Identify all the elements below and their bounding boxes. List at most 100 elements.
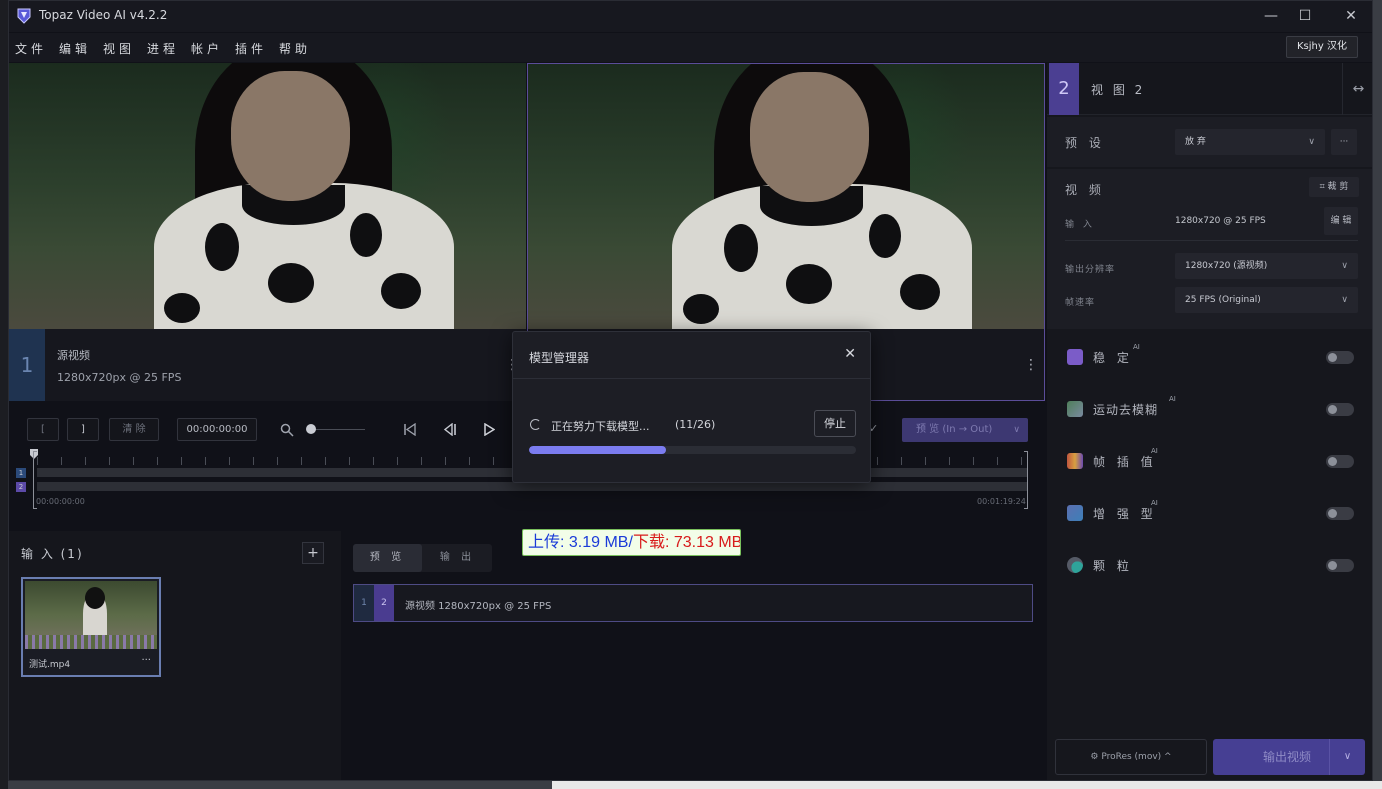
grain-toggle[interactable] xyxy=(1326,559,1354,572)
output-row[interactable]: 1 2 源视频 1280x720px @ 25 FPS xyxy=(353,584,1033,622)
download-message: 正在努力下载模型... xyxy=(551,420,650,433)
upload-speed: 上传: 3.19 MB/ xyxy=(528,534,633,551)
download-progress-bar xyxy=(529,446,856,454)
step-back-icon[interactable] xyxy=(443,423,457,436)
feature-grain: 颗 粒 xyxy=(1047,539,1372,591)
feature-name: 稳 定 xyxy=(1093,351,1133,365)
mark-in-button[interactable]: [ xyxy=(27,418,59,441)
stabilize-icon xyxy=(1067,349,1083,365)
loading-spinner-icon xyxy=(530,419,541,430)
app-window: Topaz Video AI v4.2.2 — ☐ ✕ 文件 编辑 视图 进程 … xyxy=(8,0,1373,781)
timeline-start-time: 00:00:00:00 xyxy=(36,497,85,506)
settings-sidebar: 2 视 图 2 ↔ 预 设 放 弃 ∨ ··· 视 频 ⌗ 裁 剪 输 入 12… xyxy=(1047,63,1372,780)
output-tabs: 预 览 输 出 xyxy=(353,544,492,572)
sidebar-view-number: 2 xyxy=(1049,63,1079,115)
clear-button[interactable]: 清 除 xyxy=(109,418,159,441)
close-icon[interactable]: ✕ xyxy=(844,346,856,362)
motion-deblur-icon xyxy=(1067,401,1083,417)
output-resolution-value: 1280x720 (源视频) xyxy=(1185,261,1268,271)
input-panel-title: 输 入 (1) xyxy=(21,547,84,561)
codec-select[interactable]: ⚙ ProRes (mov) ^ xyxy=(1055,739,1207,775)
timecode-input[interactable]: 00:00:00:00 xyxy=(177,418,257,441)
frame-interpolation-toggle[interactable] xyxy=(1326,455,1354,468)
export-bar: ⚙ ProRes (mov) ^ 输出视频 ∨ xyxy=(1047,721,1372,780)
zoom-slider-track[interactable] xyxy=(309,429,365,430)
feature-motion-deblur: 运动去模糊 AI xyxy=(1047,383,1372,435)
preview-in-out-button[interactable]: 预 览 (In → Out) ∨ xyxy=(902,418,1028,442)
export-dropdown-icon[interactable]: ∨ xyxy=(1329,739,1365,775)
export-video-button[interactable]: 输出视频 ∨ xyxy=(1213,739,1365,775)
preview-dropdown-icon[interactable]: ∨ xyxy=(1013,418,1020,442)
network-speed-overlay: 上传: 3.19 MB/下载: 73.13 MB xyxy=(522,529,741,556)
ai-badge: AI xyxy=(1151,499,1158,507)
track-2-label: 2 xyxy=(16,482,26,492)
stabilize-toggle[interactable] xyxy=(1326,351,1354,364)
zoom-slider-handle[interactable] xyxy=(306,424,316,434)
edit-input-button[interactable]: 编 辑 xyxy=(1324,207,1358,235)
add-input-button[interactable]: + xyxy=(302,542,324,564)
stop-button[interactable]: 停止 xyxy=(814,410,856,437)
menu-file[interactable]: 文件 xyxy=(15,40,47,57)
tab-preview[interactable]: 预 览 xyxy=(353,544,422,572)
input-file-name: 测试.mp4 xyxy=(29,660,71,670)
input-label: 输 入 xyxy=(1065,220,1095,230)
preset-label: 预 设 xyxy=(1065,136,1105,150)
play-icon[interactable] xyxy=(483,423,495,436)
chevron-down-icon: ∨ xyxy=(1341,295,1348,305)
source-view-info: 1 源视频 1280x720px @ 25 FPS ⋮ xyxy=(9,329,526,401)
minimize-button[interactable]: — xyxy=(1261,7,1281,25)
expand-icon[interactable]: ↔ xyxy=(1342,63,1372,115)
motion-deblur-toggle[interactable] xyxy=(1326,403,1354,416)
ai-badge: AI xyxy=(1151,447,1158,455)
export-label: 输出视频 xyxy=(1263,750,1312,764)
dialog-header: 模型管理器 ✕ xyxy=(513,332,870,379)
feature-enhancement: 增 强 型 AI xyxy=(1047,487,1372,539)
view-title: 源视频 xyxy=(57,349,90,362)
thumbnail-image xyxy=(25,581,157,649)
menu-edit[interactable]: 编辑 xyxy=(59,40,91,57)
view-number-badge: 1 xyxy=(9,329,45,401)
feature-name: 帧 插 值 xyxy=(1093,455,1157,469)
sidebar-header: 2 视 图 2 ↔ xyxy=(1047,63,1372,115)
frame-rate-label: 帧速率 xyxy=(1065,298,1096,308)
background-desktop-strip xyxy=(0,0,8,789)
title-bar: Topaz Video AI v4.2.2 — ☐ ✕ xyxy=(9,1,1372,32)
localization-badge[interactable]: Ksjhy 汉化 xyxy=(1286,36,1358,58)
enhanced-video-preview[interactable] xyxy=(527,63,1045,329)
download-speed: 下载: 73.13 MB xyxy=(632,534,741,551)
view-menu-icon[interactable]: ⋮ xyxy=(1024,357,1038,373)
crop-button[interactable]: ⌗ 裁 剪 xyxy=(1309,177,1359,197)
feature-name: 运动去模糊 xyxy=(1093,403,1159,417)
output-resolution-select[interactable]: 1280x720 (源视频) ∨ xyxy=(1175,253,1358,279)
row-view-1-badge: 1 xyxy=(354,585,374,621)
zoom-icon[interactable] xyxy=(280,423,294,437)
maximize-button[interactable]: ☐ xyxy=(1295,7,1315,25)
close-window-button[interactable]: ✕ xyxy=(1341,7,1361,25)
preview-button-label: 预 览 (In → Out) xyxy=(916,424,993,435)
menu-plugins[interactable]: 插件 xyxy=(235,40,267,57)
frame-rate-value: 25 FPS (Original) xyxy=(1185,295,1261,305)
download-progress-fill xyxy=(529,446,667,454)
menu-help[interactable]: 帮助 xyxy=(279,40,311,57)
download-count: (11/26) xyxy=(675,418,716,431)
input-value: 1280x720 @ 25 FPS xyxy=(1175,216,1266,226)
mark-out-button[interactable]: ] xyxy=(67,418,99,441)
preset-more-button[interactable]: ··· xyxy=(1331,129,1357,155)
track-2 xyxy=(37,482,1027,491)
ai-badge: AI xyxy=(1133,343,1140,351)
menu-account[interactable]: 帐户 xyxy=(191,40,223,57)
menu-view[interactable]: 视图 xyxy=(103,40,135,57)
input-file-thumbnail[interactable]: 测试.mp4 ··· xyxy=(21,577,161,677)
grain-icon xyxy=(1067,557,1083,573)
preset-select[interactable]: 放 弃 ∨ xyxy=(1175,129,1325,155)
frame-rate-select[interactable]: 25 FPS (Original) ∨ xyxy=(1175,287,1358,313)
enhancement-toggle[interactable] xyxy=(1326,507,1354,520)
file-more-icon[interactable]: ··· xyxy=(141,655,151,666)
tab-export[interactable]: 输 出 xyxy=(423,544,492,572)
source-video-preview[interactable] xyxy=(9,63,526,329)
menu-process[interactable]: 进程 xyxy=(147,40,179,57)
video-section: 视 频 ⌗ 裁 剪 输 入 1280x720 @ 25 FPS 编 辑 输出分辨… xyxy=(1047,169,1372,329)
video-label: 视 频 xyxy=(1065,183,1105,197)
frame-interpolation-icon xyxy=(1067,453,1083,469)
jump-start-icon[interactable] xyxy=(403,423,417,436)
